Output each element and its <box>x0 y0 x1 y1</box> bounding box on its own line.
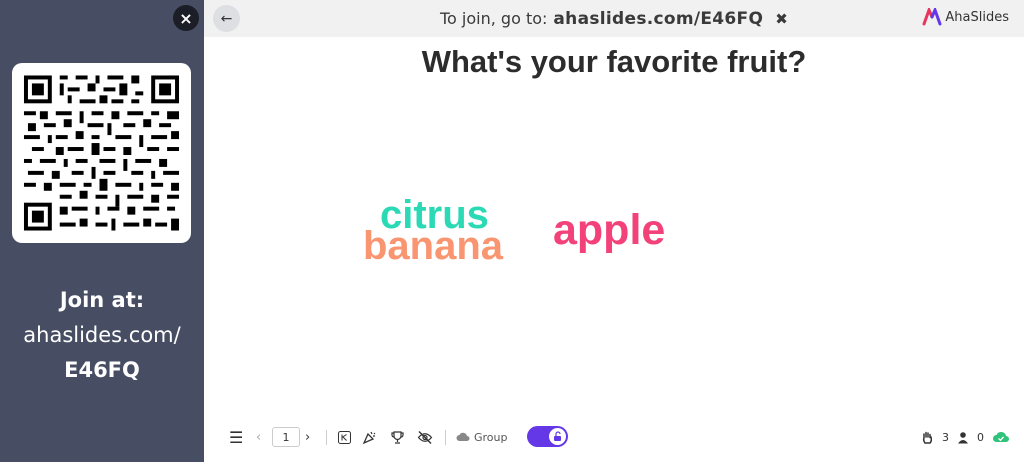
hand-icon <box>922 431 933 444</box>
top-bar: ← To join, go to: ahaslides.com/E46FQ ✖ … <box>204 0 1024 37</box>
join-prefix: To join, go to: <box>440 9 548 28</box>
toggle-knob <box>549 428 566 445</box>
person-icon <box>958 431 968 443</box>
join-title: Join at: <box>59 288 145 312</box>
trophy-icon[interactable] <box>388 422 406 452</box>
group-button[interactable]: Group <box>456 422 508 452</box>
back-button[interactable]: ← <box>213 5 240 32</box>
join-banner: To join, go to: ahaslides.com/E46FQ ✖ <box>440 0 788 37</box>
arrow-left-icon: ← <box>220 10 233 27</box>
toolbar-divider <box>445 430 446 445</box>
close-sidebar-button[interactable]: × <box>173 5 199 31</box>
lock-open-icon <box>554 431 561 441</box>
join-code: E46FQ <box>64 358 140 382</box>
cloud-check-icon <box>993 431 1009 442</box>
prev-slide-icon[interactable]: ‹ <box>256 422 261 452</box>
slide-question: What's your favorite fruit? <box>421 44 807 79</box>
qr-code-icon <box>20 71 183 235</box>
audience-stats: 3 0 <box>913 422 1010 452</box>
ahaslides-logo-icon <box>922 8 942 26</box>
toolbar-divider <box>326 430 327 445</box>
response-toggle[interactable] <box>527 426 568 447</box>
cloud-icon <box>456 432 470 441</box>
word-cloud-word: banana <box>363 224 504 268</box>
audience-count: 0 <box>977 430 984 444</box>
join-url: ahaslides.com/ <box>23 323 181 347</box>
raised-hands-count: 3 <box>942 430 949 444</box>
keyboard-shortcut-icon[interactable] <box>335 422 353 452</box>
next-slide-icon[interactable]: › <box>305 422 310 452</box>
menu-icon[interactable]: ☰ <box>229 422 243 452</box>
join-instructions: Join at: ahaslides.com/ E46FQ <box>0 283 204 388</box>
slide-number-input[interactable]: 1 <box>272 427 300 447</box>
audience-counter[interactable]: 0 <box>957 431 984 444</box>
word-cloud-word: apple <box>553 206 666 254</box>
join-sidebar: × Join at: ahaslides.com/ E46FQ <box>0 0 204 462</box>
confetti-icon[interactable] <box>360 422 378 452</box>
qr-code-card <box>12 63 191 243</box>
raised-hands-counter[interactable]: 3 <box>921 431 949 444</box>
group-label: Group <box>474 430 508 444</box>
brand-logo: AhaSlides <box>922 8 1009 26</box>
close-banner-icon[interactable]: ✖ <box>775 10 788 28</box>
brand-name: AhaSlides <box>945 9 1009 25</box>
presenter-toolbar: ☰ ‹ 1 › Group 3 0 <box>204 422 1024 452</box>
join-link[interactable]: ahaslides.com/E46FQ <box>553 9 763 29</box>
sync-status <box>992 431 1010 443</box>
close-icon: × <box>179 8 193 28</box>
hide-results-icon[interactable] <box>416 422 434 452</box>
